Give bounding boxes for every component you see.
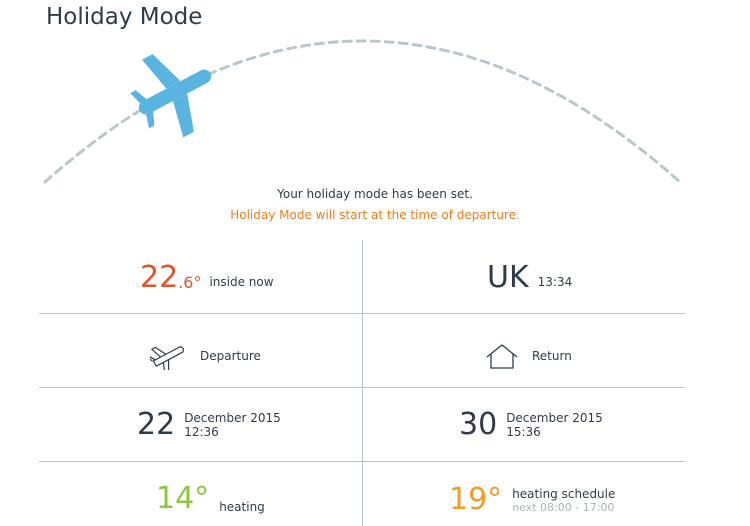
- return-day: 30: [459, 407, 498, 442]
- inside-temp-whole: 22: [140, 260, 179, 295]
- return-date[interactable]: 30 December 2015 15:36: [459, 410, 603, 440]
- plane-departure-icon: [150, 346, 184, 370]
- inside-temp-decimal: .6°: [178, 272, 202, 292]
- location-time: UK 13:34: [487, 263, 572, 293]
- status-message: Your holiday mode has been set.: [277, 187, 473, 201]
- grid-divider-row-3: [39, 461, 685, 462]
- house-icon: [486, 344, 518, 369]
- heating-temp: 14°: [156, 481, 210, 516]
- schedule-label: heating schedule: [512, 487, 616, 501]
- status-notice: Holiday Mode will start at the time of d…: [230, 208, 520, 222]
- heating-temperature[interactable]: 14° heating: [156, 481, 265, 516]
- schedule-temp: 19°: [449, 481, 503, 517]
- grid-divider-vertical: [362, 240, 363, 526]
- return-label: Return: [532, 349, 572, 363]
- departure-month-year: December 2015: [184, 411, 281, 425]
- departure-time: 12:36: [184, 425, 219, 439]
- departure-day: 22: [137, 407, 176, 442]
- return-time: 15:36: [506, 425, 541, 439]
- airplane-icon: [130, 54, 212, 138]
- departure-header[interactable]: Departure: [150, 342, 261, 370]
- location-time-value: 13:34: [537, 275, 573, 289]
- heating-schedule[interactable]: 19° heating schedule next 08:00 - 17:00: [449, 484, 615, 515]
- return-month-year: December 2015: [506, 411, 603, 425]
- grid-divider-row-2: [39, 387, 685, 388]
- flight-arc-illustration: [43, 39, 682, 184]
- grid-divider-row-1: [39, 313, 685, 314]
- return-header[interactable]: Return: [484, 342, 572, 370]
- inside-temp-label: inside now: [209, 275, 274, 289]
- heating-label: heating: [219, 500, 265, 514]
- location-country: UK: [487, 260, 529, 295]
- departure-label: Departure: [200, 349, 261, 363]
- schedule-next: next 08:00 - 17:00: [512, 501, 615, 514]
- departure-date[interactable]: 22 December 2015 12:36: [137, 410, 281, 440]
- inside-temperature: 22.6° inside now: [140, 263, 274, 293]
